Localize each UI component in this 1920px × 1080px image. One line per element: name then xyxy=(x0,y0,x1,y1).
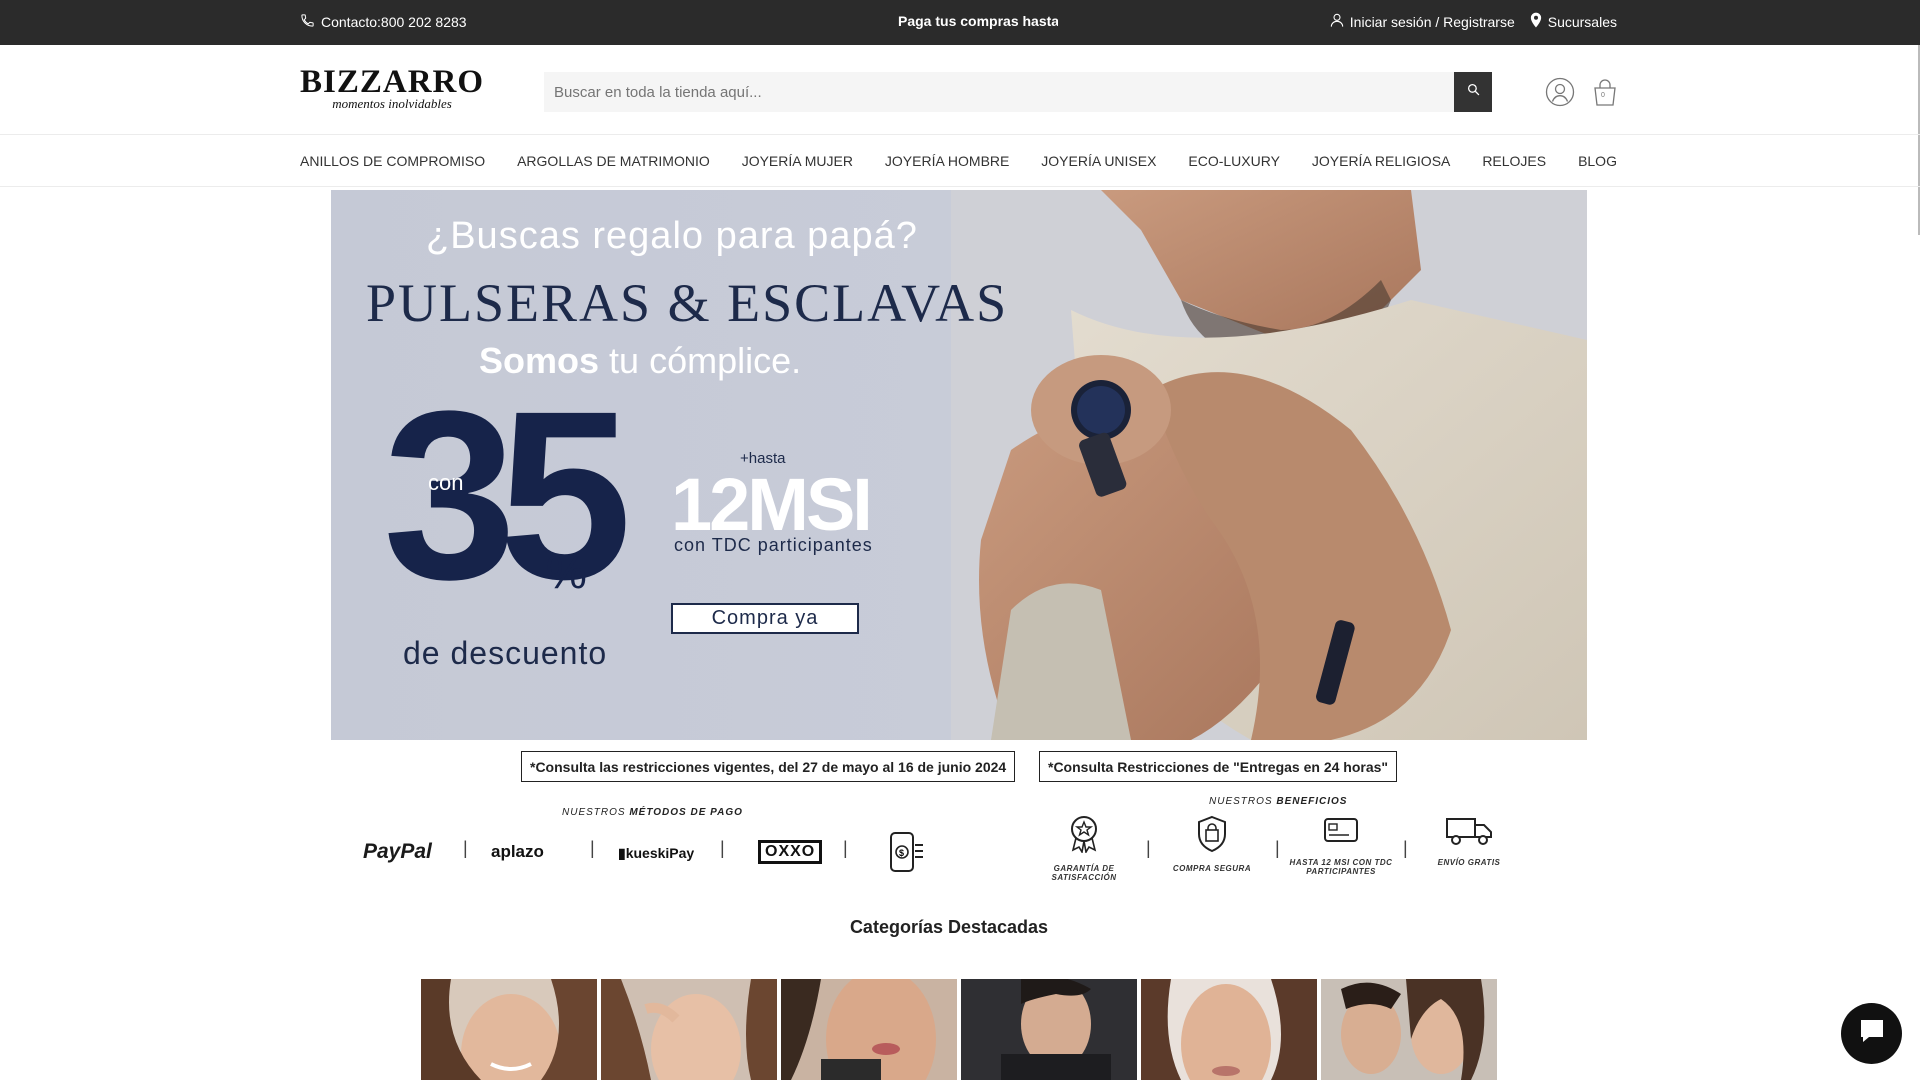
buy-now-button[interactable]: Compra ya xyxy=(671,603,859,634)
payment-title-pre: NUESTROS xyxy=(562,807,626,818)
hero-banner[interactable]: ¿Buscas regalo para papá? PULSERAS & ESC… xyxy=(331,190,1587,740)
category-card[interactable] xyxy=(781,979,957,1080)
main-nav: ANILLOS DE COMPROMISO ARGOLLAS DE MATRIMO… xyxy=(0,135,1920,187)
account-icon[interactable] xyxy=(1545,77,1575,112)
login-link[interactable]: Iniciar sesión / Registrarse xyxy=(1329,12,1515,31)
benefit-msi: HASTA 12 MSI CON TDC PARTICIPANTES xyxy=(1286,815,1396,876)
separator: | xyxy=(590,838,595,858)
search-button[interactable] xyxy=(1454,72,1492,112)
nav-item[interactable]: JOYERÍA UNISEX xyxy=(1041,153,1156,169)
nav-item[interactable]: ARGOLLAS DE MATRIMONIO xyxy=(517,153,710,169)
site-header: BIZZARRO momentos inolvidables 0 xyxy=(0,45,1920,135)
hero-question: ¿Buscas regalo para papá? xyxy=(426,215,918,257)
separator: | xyxy=(463,838,468,858)
search-icon xyxy=(1467,83,1480,101)
search-bar xyxy=(544,72,1492,112)
nav-item[interactable]: BLOG xyxy=(1578,153,1617,169)
hero-headline: PULSERAS & ESCLAVAS xyxy=(366,273,1009,333)
chat-bubble-icon xyxy=(1857,1016,1887,1051)
benefit-secure-label: COMPRA SEGURA xyxy=(1172,864,1252,873)
brand-logo[interactable]: BIZZARRO momentos inolvidables xyxy=(300,65,484,112)
category-grid xyxy=(421,979,1497,1080)
top-bar: Contacto:800 202 8283 Paga tus compras h… xyxy=(0,0,1920,45)
kueskipay-logo: ▮kueskiPay xyxy=(618,845,694,862)
benefit-shipping: ENVÍO GRATIS xyxy=(1414,815,1524,867)
restrictions-notice[interactable]: *Consulta las restricciones vigentes, de… xyxy=(521,751,1016,782)
mobile-payment-icon: $ xyxy=(889,831,925,878)
separator: | xyxy=(720,838,725,858)
login-text: Iniciar sesión / Registrarse xyxy=(1349,13,1515,30)
category-card[interactable] xyxy=(601,979,777,1080)
kueski-mark-icon: ▮ xyxy=(618,845,626,861)
kueskipay-text: kueskiPay xyxy=(625,845,695,861)
paypal-logo: PayPal xyxy=(363,840,432,863)
hero-percent: % xyxy=(546,546,587,598)
benefit-msi-label: HASTA 12 MSI CON TDC PARTICIPANTES xyxy=(1289,858,1393,876)
location-pin-icon xyxy=(1529,12,1543,31)
category-card[interactable] xyxy=(1141,979,1317,1080)
hero-msi-detail: con TDC participantes xyxy=(674,535,873,555)
oxxo-logo: OXXO xyxy=(758,840,823,864)
benefit-secure: COMPRA SEGURA xyxy=(1157,815,1267,873)
category-card[interactable] xyxy=(421,979,597,1080)
separator: | xyxy=(1403,838,1408,858)
stores-text: Sucursales xyxy=(1547,13,1617,30)
benefit-shipping-label: ENVÍO GRATIS xyxy=(1437,858,1501,867)
delivery-truck-icon xyxy=(1445,818,1493,851)
payment-title-bold: MÉTODOS DE PAGO xyxy=(629,807,743,818)
nav-item[interactable]: JOYERÍA MUJER xyxy=(742,153,853,169)
nav-item[interactable]: JOYERÍA HOMBRE xyxy=(885,153,1009,169)
nav-item[interactable]: ANILLOS DE COMPROMISO xyxy=(300,153,485,169)
aplazo-logo: aplazo xyxy=(491,842,544,861)
contact-link[interactable]: Contacto:800 202 8283 xyxy=(300,13,467,31)
nav-item[interactable]: ECO-LUXURY xyxy=(1188,153,1280,169)
benefits-title-bold: BENEFICIOS xyxy=(1276,796,1348,807)
category-card[interactable] xyxy=(961,979,1137,1080)
chat-widget-button[interactable] xyxy=(1841,1003,1902,1064)
separator: | xyxy=(1146,838,1151,858)
award-ribbon-icon xyxy=(1067,816,1101,857)
featured-categories-title: Categorías Destacadas xyxy=(849,917,1049,937)
benefit-guarantee: GARANTÍA DE SATISFACCIÓN xyxy=(1029,815,1139,882)
benefits-title-pre: NUESTROS xyxy=(1209,796,1273,807)
benefit-guarantee-label: GARANTÍA DE SATISFACCIÓN xyxy=(1051,864,1117,882)
separator: | xyxy=(843,838,848,858)
benefits-title: NUESTROS BENEFICIOS xyxy=(1209,796,1347,807)
user-icon xyxy=(1329,12,1345,31)
credit-card-icon xyxy=(1323,818,1359,851)
nav-item[interactable]: JOYERÍA RELIGIOSA xyxy=(1312,153,1451,169)
contact-text: Contacto:800 202 8283 xyxy=(321,14,467,30)
svg-text:$: $ xyxy=(899,848,904,858)
delivery-notice[interactable]: *Consulta Restricciones de "Entregas en … xyxy=(1039,751,1398,782)
hero-sub-rest: tu cómplice. xyxy=(609,340,802,381)
phone-icon xyxy=(300,13,315,31)
cart-icon[interactable]: 0 xyxy=(1591,77,1619,112)
hero-model-image xyxy=(951,190,1587,740)
category-card[interactable] xyxy=(1321,979,1497,1080)
shield-bag-icon xyxy=(1197,815,1227,857)
payment-methods-title: NUESTROS MÉTODOS DE PAGO xyxy=(562,807,743,818)
stores-link[interactable]: Sucursales xyxy=(1529,12,1617,31)
nav-item[interactable]: RELOJES xyxy=(1482,153,1546,169)
hero-discount-label: de descuento xyxy=(403,635,608,671)
brand-name: BIZZARRO xyxy=(300,64,485,100)
hero-con: con xyxy=(428,470,464,495)
search-input[interactable] xyxy=(544,72,1444,112)
separator: | xyxy=(1275,838,1280,858)
promo-ticker: Paga tus compras hasta xyxy=(898,13,1058,29)
cart-count: 0 xyxy=(1601,92,1605,99)
